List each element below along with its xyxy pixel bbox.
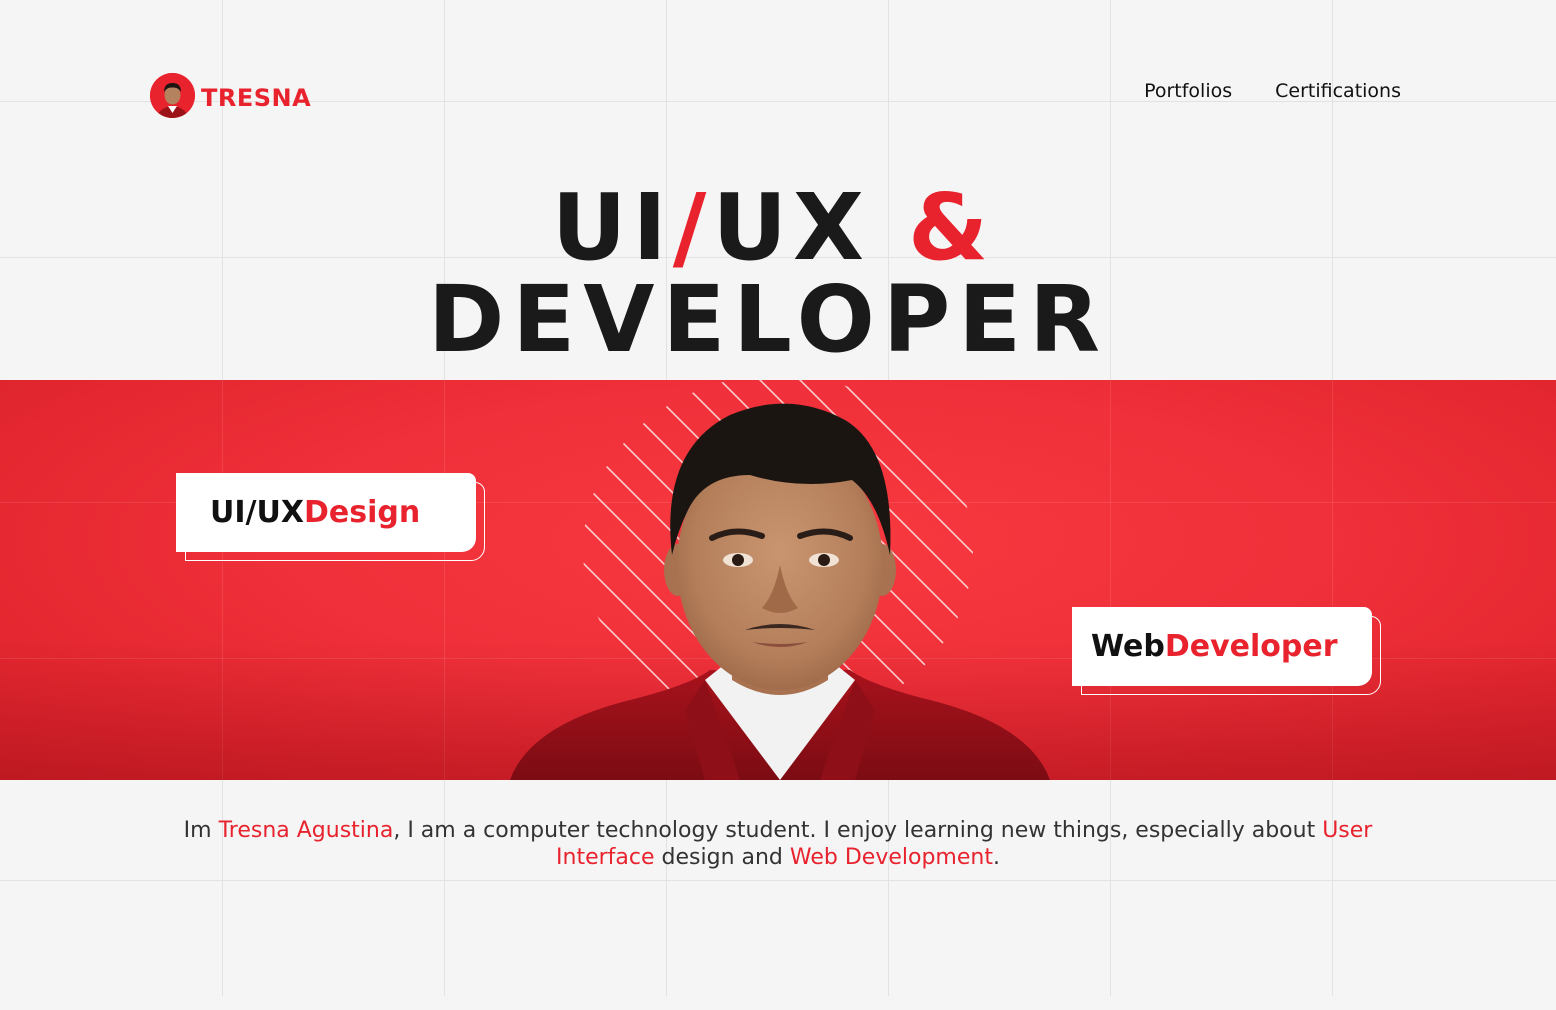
tag-uiux-dark-text: UI/UX <box>210 495 304 530</box>
bio-text: Im <box>183 818 219 843</box>
hero-line-1: UI/UX & <box>0 182 1556 274</box>
grid-line <box>0 880 1556 881</box>
hero-ui: UI <box>551 174 673 281</box>
tag-box: UI/UX Design <box>176 473 476 552</box>
bio-highlight-web: Web Development <box>789 845 993 870</box>
logo[interactable]: TRESNA <box>150 73 311 118</box>
nav-certifications[interactable]: Certifications <box>1275 80 1401 102</box>
tag-box: Web Developer <box>1072 607 1372 686</box>
bio-paragraph: Im Tresna Agustina, I am a computer tech… <box>150 817 1406 871</box>
tag-web-dark-text: Web <box>1091 629 1165 664</box>
nav-portfolios[interactable]: Portfolios <box>1144 80 1232 102</box>
tag-web-developer[interactable]: Web Developer <box>1072 607 1381 695</box>
tag-uiux-design[interactable]: UI/UX Design <box>176 473 485 561</box>
bio-text: , I am a computer technology student. I … <box>393 818 1323 843</box>
hero-slash: / <box>672 174 713 281</box>
portrait-photo <box>510 380 1050 780</box>
tag-web-red-text: Developer <box>1164 629 1338 664</box>
hero-title: UI/UX & DEVELOPER <box>0 182 1556 366</box>
hero-ampersand: & <box>907 174 995 281</box>
bio-name: Tresna Agustina <box>218 818 394 843</box>
hero-banner <box>0 380 1556 780</box>
main-nav: Portfolios Certifications <box>1144 80 1401 102</box>
tag-uiux-red-text: Design <box>303 495 421 530</box>
bio-text: design and <box>654 845 790 870</box>
hero-line-2: DEVELOPER <box>428 266 1108 373</box>
logo-text: TRESNA <box>201 83 312 112</box>
avatar-photo-icon <box>150 73 195 118</box>
hero-ux: UX <box>712 174 908 281</box>
bio-text: . <box>992 845 1000 870</box>
